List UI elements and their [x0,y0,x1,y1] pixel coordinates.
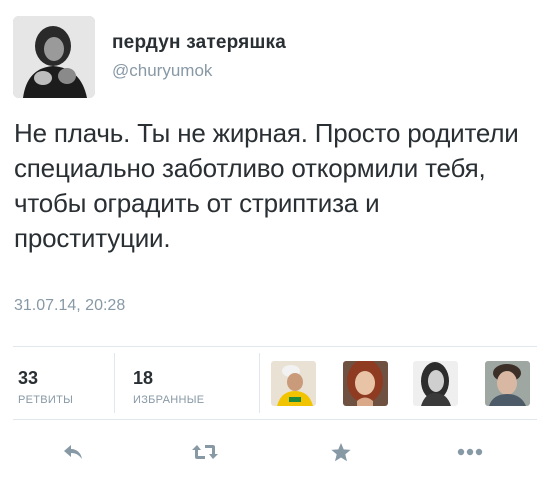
reply-icon [62,443,84,461]
reply-button[interactable] [55,436,91,468]
tweet-timestamp[interactable]: 31.07.14, 20:28 [14,297,125,315]
divider-bottom [13,419,537,420]
retweet-button[interactable] [187,436,223,468]
retweets-stat[interactable]: 33 РЕТВИТЫ [13,347,113,419]
tweet-text: Не плачь. Ты не жирная. Просто родители … [14,118,519,253]
favoriter-avatar[interactable] [343,361,388,406]
tweet-stats: 33 РЕТВИТЫ 18 ИЗБРАННЫЕ [13,347,537,419]
favoriter-avatar[interactable] [271,361,316,406]
favorites-label: ИЗБРАННЫЕ [133,394,205,406]
favoriter-avatar[interactable] [413,361,458,406]
tweet-header: пердун затеряшка @churyumok [13,16,533,98]
author-avatar[interactable] [13,16,95,98]
favorites-stat[interactable]: 18 ИЗБРАННЫЕ [115,347,255,419]
retweet-icon [191,442,219,462]
star-icon [330,442,352,463]
author-display-name[interactable]: пердун затеряшка [112,32,286,54]
retweets-count: 33 [18,368,39,388]
tweet-actions [13,430,537,474]
favoriter-avatar[interactable] [485,361,530,406]
favorite-button[interactable] [323,436,359,468]
retweets-label: РЕТВИТЫ [18,394,74,406]
stats-separator [259,353,260,413]
more-icon [457,448,483,456]
favorites-count: 18 [133,368,154,388]
author-handle[interactable]: @churyumok [112,61,212,81]
more-button[interactable] [452,436,488,468]
